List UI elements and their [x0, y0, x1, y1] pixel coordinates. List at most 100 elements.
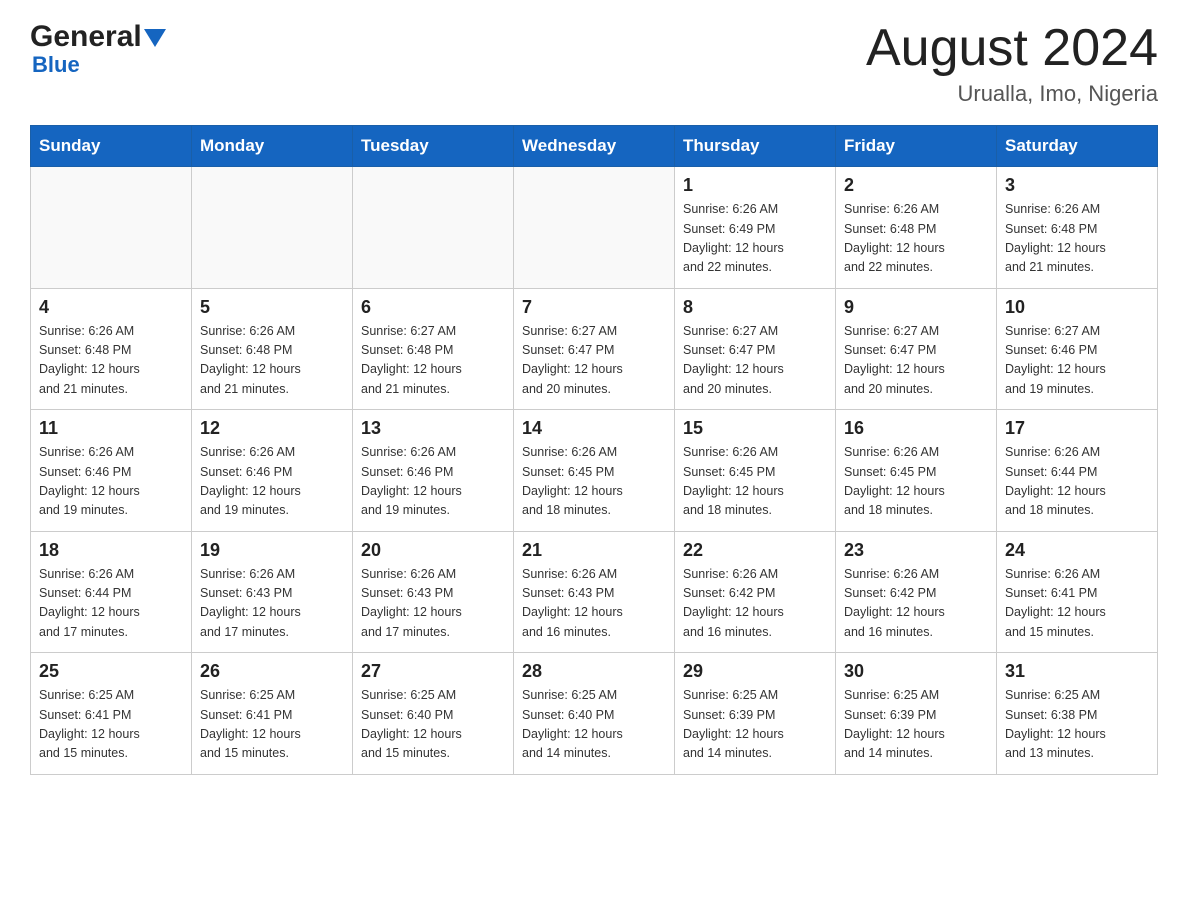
logo: General Blue — [30, 20, 166, 78]
day-info: Sunrise: 6:26 AMSunset: 6:49 PMDaylight:… — [683, 200, 827, 278]
day-number: 6 — [361, 297, 505, 318]
calendar-cell: 1 Sunrise: 6:26 AMSunset: 6:49 PMDaylight… — [675, 167, 836, 289]
calendar-cell: 16 Sunrise: 6:26 AMSunset: 6:45 PMDayligh… — [836, 410, 997, 532]
day-number: 16 — [844, 418, 988, 439]
day-number: 24 — [1005, 540, 1149, 561]
day-number: 14 — [522, 418, 666, 439]
day-number: 29 — [683, 661, 827, 682]
day-info: Sunrise: 6:27 AMSunset: 6:46 PMDaylight:… — [1005, 322, 1149, 400]
day-number: 31 — [1005, 661, 1149, 682]
calendar-cell: 2 Sunrise: 6:26 AMSunset: 6:48 PMDaylight… — [836, 167, 997, 289]
day-info: Sunrise: 6:26 AMSunset: 6:46 PMDaylight:… — [361, 443, 505, 521]
calendar-cell: 14 Sunrise: 6:26 AMSunset: 6:45 PMDayligh… — [514, 410, 675, 532]
calendar-cell — [353, 167, 514, 289]
calendar-cell: 7Sunrise: 6:27 AMSunset: 6:47 PMDaylight… — [514, 288, 675, 410]
day-number: 18 — [39, 540, 183, 561]
day-number: 2 — [844, 175, 988, 196]
day-number: 9 — [844, 297, 988, 318]
day-number: 26 — [200, 661, 344, 682]
day-info: Sunrise: 6:26 AMSunset: 6:44 PMDaylight:… — [39, 565, 183, 643]
day-info: Sunrise: 6:27 AMSunset: 6:48 PMDaylight:… — [361, 322, 505, 400]
calendar-cell: 18 Sunrise: 6:26 AMSunset: 6:44 PMDayligh… — [31, 531, 192, 653]
day-of-week-header: Tuesday — [353, 126, 514, 167]
calendar-title: August 2024 — [866, 20, 1158, 77]
day-number: 22 — [683, 540, 827, 561]
day-number: 11 — [39, 418, 183, 439]
day-of-week-header: Wednesday — [514, 126, 675, 167]
day-info: Sunrise: 6:25 AMSunset: 6:41 PMDaylight:… — [39, 686, 183, 764]
day-of-week-header: Friday — [836, 126, 997, 167]
calendar-cell: 17Sunrise: 6:26 AMSunset: 6:44 PMDayligh… — [997, 410, 1158, 532]
calendar-cell: 29 Sunrise: 6:25 AMSunset: 6:39 PMDayligh… — [675, 653, 836, 775]
day-info: Sunrise: 6:26 AMSunset: 6:41 PMDaylight:… — [1005, 565, 1149, 643]
calendar-cell: 23 Sunrise: 6:26 AMSunset: 6:42 PMDayligh… — [836, 531, 997, 653]
calendar-week-row: 11 Sunrise: 6:26 AMSunset: 6:46 PMDayligh… — [31, 410, 1158, 532]
day-number: 25 — [39, 661, 183, 682]
day-info: Sunrise: 6:26 AMSunset: 6:45 PMDaylight:… — [683, 443, 827, 521]
day-of-week-header: Saturday — [997, 126, 1158, 167]
day-number: 21 — [522, 540, 666, 561]
day-number: 1 — [683, 175, 827, 196]
calendar-cell: 6 Sunrise: 6:27 AMSunset: 6:48 PMDaylight… — [353, 288, 514, 410]
day-number: 10 — [1005, 297, 1149, 318]
calendar-cell: 25 Sunrise: 6:25 AMSunset: 6:41 PMDayligh… — [31, 653, 192, 775]
logo-arrow-icon — [144, 29, 166, 47]
day-number: 15 — [683, 418, 827, 439]
day-info: Sunrise: 6:25 AMSunset: 6:39 PMDaylight:… — [683, 686, 827, 764]
calendar-cell: 5 Sunrise: 6:26 AMSunset: 6:48 PMDaylight… — [192, 288, 353, 410]
day-info: Sunrise: 6:26 AMSunset: 6:46 PMDaylight:… — [39, 443, 183, 521]
day-info: Sunrise: 6:27 AMSunset: 6:47 PMDaylight:… — [522, 322, 666, 400]
title-block: August 2024 Urualla, Imo, Nigeria — [866, 20, 1158, 107]
calendar-cell: 31Sunrise: 6:25 AMSunset: 6:38 PMDayligh… — [997, 653, 1158, 775]
day-number: 28 — [522, 661, 666, 682]
day-number: 5 — [200, 297, 344, 318]
calendar-cell: 28 Sunrise: 6:25 AMSunset: 6:40 PMDayligh… — [514, 653, 675, 775]
calendar-cell: 22 Sunrise: 6:26 AMSunset: 6:42 PMDayligh… — [675, 531, 836, 653]
day-info: Sunrise: 6:26 AMSunset: 6:44 PMDaylight:… — [1005, 443, 1149, 521]
calendar-cell: 13Sunrise: 6:26 AMSunset: 6:46 PMDayligh… — [353, 410, 514, 532]
calendar-cell: 12 Sunrise: 6:26 AMSunset: 6:46 PMDayligh… — [192, 410, 353, 532]
day-info: Sunrise: 6:26 AMSunset: 6:45 PMDaylight:… — [522, 443, 666, 521]
calendar-week-row: 25 Sunrise: 6:25 AMSunset: 6:41 PMDayligh… — [31, 653, 1158, 775]
day-number: 20 — [361, 540, 505, 561]
day-number: 12 — [200, 418, 344, 439]
day-info: Sunrise: 6:26 AMSunset: 6:45 PMDaylight:… — [844, 443, 988, 521]
day-info: Sunrise: 6:26 AMSunset: 6:42 PMDaylight:… — [683, 565, 827, 643]
logo-blue-text: Blue — [32, 52, 80, 78]
calendar-cell: 27 Sunrise: 6:25 AMSunset: 6:40 PMDayligh… — [353, 653, 514, 775]
day-info: Sunrise: 6:26 AMSunset: 6:43 PMDaylight:… — [361, 565, 505, 643]
day-info: Sunrise: 6:26 AMSunset: 6:48 PMDaylight:… — [200, 322, 344, 400]
calendar-cell: 3 Sunrise: 6:26 AMSunset: 6:48 PMDaylight… — [997, 167, 1158, 289]
day-number: 23 — [844, 540, 988, 561]
day-info: Sunrise: 6:26 AMSunset: 6:48 PMDaylight:… — [39, 322, 183, 400]
calendar-cell: 8 Sunrise: 6:27 AMSunset: 6:47 PMDaylight… — [675, 288, 836, 410]
logo-general-text: General — [30, 20, 142, 54]
day-info: Sunrise: 6:26 AMSunset: 6:46 PMDaylight:… — [200, 443, 344, 521]
calendar-cell: 11 Sunrise: 6:26 AMSunset: 6:46 PMDayligh… — [31, 410, 192, 532]
calendar-cell: 30Sunrise: 6:25 AMSunset: 6:39 PMDayligh… — [836, 653, 997, 775]
calendar-cell: 4 Sunrise: 6:26 AMSunset: 6:48 PMDaylight… — [31, 288, 192, 410]
day-info: Sunrise: 6:26 AMSunset: 6:48 PMDaylight:… — [844, 200, 988, 278]
day-number: 3 — [1005, 175, 1149, 196]
calendar-cell: 15 Sunrise: 6:26 AMSunset: 6:45 PMDayligh… — [675, 410, 836, 532]
day-info: Sunrise: 6:26 AMSunset: 6:43 PMDaylight:… — [200, 565, 344, 643]
calendar-cell — [192, 167, 353, 289]
calendar-cell: 24 Sunrise: 6:26 AMSunset: 6:41 PMDayligh… — [997, 531, 1158, 653]
day-info: Sunrise: 6:27 AMSunset: 6:47 PMDaylight:… — [683, 322, 827, 400]
calendar-cell: 10 Sunrise: 6:27 AMSunset: 6:46 PMDayligh… — [997, 288, 1158, 410]
day-info: Sunrise: 6:25 AMSunset: 6:40 PMDaylight:… — [361, 686, 505, 764]
calendar-cell: 9Sunrise: 6:27 AMSunset: 6:47 PMDaylight… — [836, 288, 997, 410]
day-info: Sunrise: 6:25 AMSunset: 6:40 PMDaylight:… — [522, 686, 666, 764]
calendar-cell: 19Sunrise: 6:26 AMSunset: 6:43 PMDayligh… — [192, 531, 353, 653]
day-number: 8 — [683, 297, 827, 318]
day-info: Sunrise: 6:26 AMSunset: 6:42 PMDaylight:… — [844, 565, 988, 643]
calendar-cell — [31, 167, 192, 289]
day-number: 27 — [361, 661, 505, 682]
page-header: General Blue August 2024 Urualla, Imo, N… — [30, 20, 1158, 107]
day-number: 4 — [39, 297, 183, 318]
day-info: Sunrise: 6:26 AMSunset: 6:48 PMDaylight:… — [1005, 200, 1149, 278]
calendar-week-row: 18 Sunrise: 6:26 AMSunset: 6:44 PMDayligh… — [31, 531, 1158, 653]
day-of-week-header: Monday — [192, 126, 353, 167]
calendar-subtitle: Urualla, Imo, Nigeria — [866, 81, 1158, 107]
day-info: Sunrise: 6:25 AMSunset: 6:41 PMDaylight:… — [200, 686, 344, 764]
